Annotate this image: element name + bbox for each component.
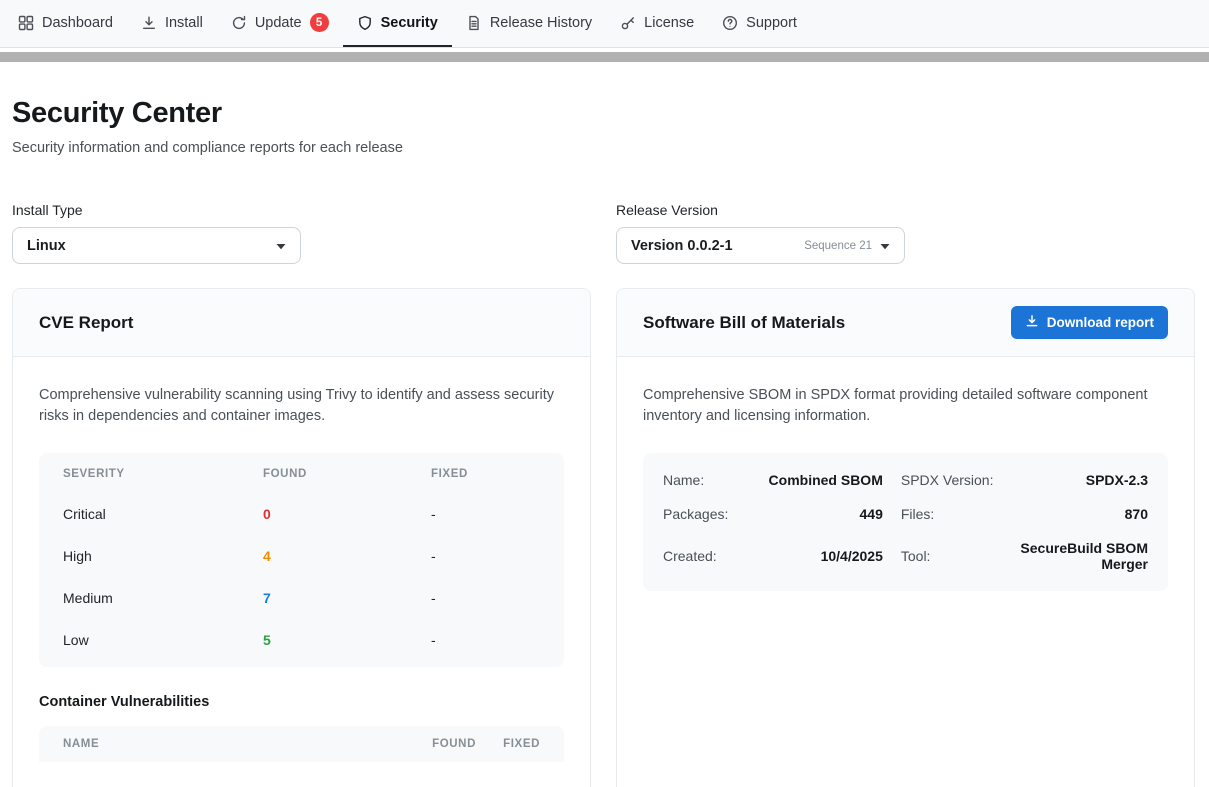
sbom-header: Software Bill of Materials Download repo… [617,289,1194,357]
sbom-detail-label: SPDX Version: [901,463,994,497]
nav-item-support[interactable]: Support [708,0,811,47]
update-count-badge: 5 [310,13,329,32]
container-table-header-row: NAME FOUND FIXED [39,726,564,762]
cve-report-card: CVE Report Comprehensive vulnerability s… [12,288,591,787]
chevron-down-icon [880,237,890,255]
sbom-detail-label: Files: [901,497,994,531]
install-type-select[interactable]: Linux [12,227,301,264]
install-type-filter: Install Type Linux [12,202,591,264]
nav-item-label: Release History [490,15,592,31]
filters-row: Install Type Linux Release Version Versi… [12,202,1195,264]
severity-found-count: 7 [263,590,431,606]
install-type-value: Linux [27,238,66,254]
severity-table-header-row: SEVERITY FOUND FIXED [39,455,564,493]
install-type-label: Install Type [12,202,591,218]
sbom-details-grid: Name: Combined SBOM SPDX Version: SPDX-2… [643,453,1168,591]
found-col-header: FOUND [263,468,431,480]
severity-found-count: 4 [263,548,431,564]
sbom-detail-label: Tool: [901,531,994,581]
support-help-icon [722,15,738,31]
release-version-label: Release Version [616,202,1195,218]
nav-item-dashboard[interactable]: Dashboard [4,0,127,47]
install-icon [141,15,157,31]
sbom-detail-value: SecureBuild SBOM Merger [1011,531,1148,581]
report-cards-row: CVE Report Comprehensive vulnerability s… [12,288,1195,787]
update-icon [231,15,247,31]
sbom-detail-value: Combined SBOM [746,463,883,497]
divider-bar [0,52,1209,62]
severity-fixed-count: - [431,632,540,648]
severity-fixed-count: - [431,590,540,606]
security-shield-icon [357,15,373,31]
severity-found-count: 0 [263,506,431,522]
release-version-select[interactable]: Version 0.0.2-1 Sequence 21 [616,227,905,264]
severity-found-count: 5 [263,632,431,648]
severity-name: Low [63,632,263,648]
nav-item-label: Support [746,15,797,31]
sbom-detail-label: Packages: [663,497,728,531]
license-key-icon [620,15,636,31]
nav-item-label: Dashboard [42,15,113,31]
chevron-down-icon [276,237,286,255]
sbom-detail-label: Created: [663,531,728,581]
security-center-page: Security Center Security information and… [0,97,1209,787]
nav-item-release-history[interactable]: Release History [452,0,606,47]
severity-col-header: SEVERITY [63,468,263,480]
cve-report-description: Comprehensive vulnerability scanning usi… [39,385,564,427]
table-row: Low 5 - [39,619,564,661]
fixed-col-header: FIXED [476,738,540,750]
severity-fixed-count: - [431,506,540,522]
nav-item-update[interactable]: Update 5 [217,0,343,47]
sbom-detail-value: 870 [1011,497,1148,531]
release-version-filter: Release Version Version 0.0.2-1 Sequence… [616,202,1195,264]
nav-item-label: Update [255,15,302,31]
table-row: Critical 0 - [39,493,564,535]
cve-report-header: CVE Report [13,289,590,357]
severity-name: High [63,548,263,564]
sbom-detail-value: 10/4/2025 [746,531,883,581]
download-icon [1025,314,1039,331]
page-title: Security Center [12,97,1195,130]
release-history-icon [466,15,482,31]
found-col-header: FOUND [404,738,476,750]
table-row: High 4 - [39,535,564,577]
release-sequence-hint: Sequence 21 [804,240,872,252]
page-subtitle: Security information and compliance repo… [12,140,1195,156]
download-report-label: Download report [1047,315,1154,330]
container-vulnerabilities-title: Container Vulnerabilities [39,694,564,710]
sbom-detail-value: 449 [746,497,883,531]
sbom-detail-value: SPDX-2.3 [1011,463,1148,497]
sbom-detail-label: Name: [663,463,728,497]
severity-table: SEVERITY FOUND FIXED Critical 0 - High 4… [39,453,564,667]
sbom-card: Software Bill of Materials Download repo… [616,288,1195,787]
top-nav: Dashboard Install Update 5 Security Rele… [0,0,1209,48]
nav-item-label: License [644,15,694,31]
table-row: Medium 7 - [39,577,564,619]
fixed-col-header: FIXED [431,468,540,480]
nav-item-security[interactable]: Security [343,0,452,47]
severity-name: Critical [63,506,263,522]
nav-item-label: Install [165,15,203,31]
nav-item-license[interactable]: License [606,0,708,47]
sbom-title: Software Bill of Materials [643,313,845,333]
nav-item-install[interactable]: Install [127,0,217,47]
release-version-value: Version 0.0.2-1 [631,238,733,254]
cve-report-title: CVE Report [39,313,133,333]
dashboard-icon [18,15,34,31]
nav-item-label: Security [381,15,438,31]
sbom-description: Comprehensive SBOM in SPDX format provid… [643,385,1168,427]
download-report-button[interactable]: Download report [1011,306,1168,339]
severity-name: Medium [63,590,263,606]
name-col-header: NAME [63,738,404,750]
severity-fixed-count: - [431,548,540,564]
